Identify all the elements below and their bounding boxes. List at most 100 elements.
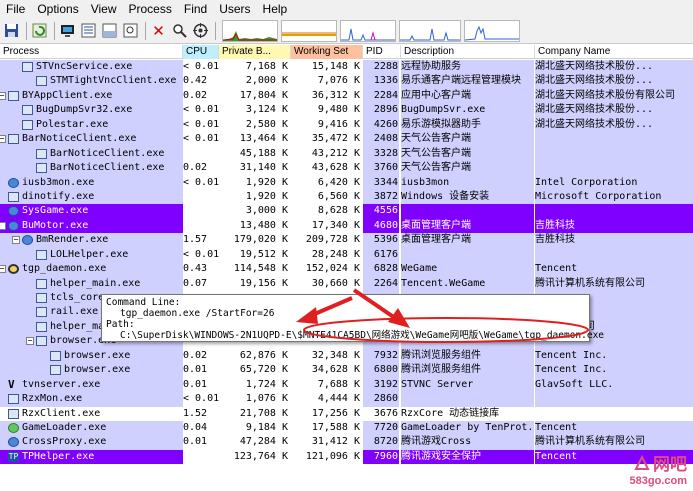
tree-collapse-icon[interactable]: − — [26, 337, 34, 346]
process-name-cell[interactable]: − BuMotor.exe — [0, 218, 183, 234]
process-name-cell[interactable]: TP TPHelper.exe — [0, 449, 183, 465]
toolbar-separator — [26, 21, 27, 40]
process-row[interactable]: − tgp_daemon.exe 0.43 114,548 K 152,024 K 682… — [0, 262, 693, 277]
process-name-cell[interactable]: Vtvnserver.exe — [0, 377, 183, 393]
process-row[interactable]: browser.exe 0.02 62,876 K 32,348 K 7932 腾讯浏览服… — [0, 348, 693, 364]
private-bytes-cell: 19,156 K — [219, 276, 291, 291]
column-process[interactable]: Process — [0, 45, 183, 59]
menu-view[interactable]: View — [85, 2, 123, 16]
process-row[interactable]: Vtvnserver.exe 0.01 1,724 K 7,688 K 3192 STVN… — [0, 377, 693, 393]
process-row[interactable]: BugDumpSvr32.exe < 0.01 3,124 K 9,480 K 2896… — [0, 103, 693, 118]
process-row[interactable]: TP TPHelper.exe 0.08 123,764 K 121,096 K 7960… — [0, 449, 693, 465]
process-row[interactable]: − BuMotor.exe 13,480 K 17,340 K 4680 桌面管理客户端吉… — [0, 218, 693, 234]
menu-users[interactable]: Users — [213, 2, 256, 16]
menu-options[interactable]: Options — [31, 2, 84, 16]
process-row[interactable]: − BYAppClient.exe 0.02 17,804 K 36,312 K 2284… — [0, 88, 693, 104]
process-row[interactable]: CrossProxy.exe 0.01 47,284 K 31,412 K 8720 腾讯… — [0, 435, 693, 450]
process-row[interactable]: Polestar.exe < 0.01 2,580 K 9,416 K 4260 易乐游模… — [0, 117, 693, 133]
column-company[interactable]: Company Name — [535, 45, 693, 59]
column-description[interactable]: Description — [401, 45, 535, 59]
find-window-icon[interactable] — [121, 21, 140, 40]
gpu-graph[interactable] — [464, 19, 520, 42]
process-row[interactable]: browser.exe 0.01 65,720 K 34,628 K 6800 腾讯浏览服… — [0, 363, 693, 378]
pid-cell: 6176 — [363, 247, 399, 263]
find-handle-icon[interactable] — [170, 21, 189, 40]
process-name-cell[interactable]: dinotify.exe — [0, 189, 183, 205]
process-name-cell[interactable]: − BarNoticeClient.exe — [0, 132, 183, 147]
tree-collapse-icon[interactable]: − — [0, 135, 6, 144]
process-row[interactable]: LOLHelper.exe < 0.01 19,512 K 28,248 K 6176 — [0, 247, 693, 263]
application-icon — [36, 76, 47, 87]
cpu-cell: 1.52 — [183, 406, 219, 421]
column-pid[interactable]: PID — [363, 45, 401, 59]
application-icon — [8, 408, 19, 419]
process-name-cell[interactable]: − tgp_daemon.exe — [0, 262, 183, 277]
watermark: 网吧 583go.com — [630, 450, 687, 487]
process-name-cell[interactable]: STVncService.exe — [0, 60, 183, 75]
process-row[interactable]: SysGame.exe 3,000 K 8,628 K 4556 — [0, 204, 693, 219]
company-cell: Tencent — [535, 262, 693, 277]
column-cpu[interactable]: CPU — [183, 45, 219, 59]
process-name-cell[interactable]: RzxClient.exe — [0, 406, 183, 421]
process-name-cell[interactable]: LOLHelper.exe — [0, 247, 183, 263]
process-name-cell[interactable]: BugDumpSvr32.exe — [0, 103, 183, 118]
show-tree-icon[interactable] — [79, 21, 98, 40]
application-icon — [50, 350, 61, 361]
cpu-cell: 0.01 — [183, 377, 219, 393]
refresh-icon[interactable] — [30, 21, 49, 40]
process-name-cell[interactable]: RzxMon.exe — [0, 392, 183, 407]
pid-cell: 3192 — [363, 377, 399, 393]
process-row[interactable]: dinotify.exe 1,920 K 6,560 K 3872 Windows 设备… — [0, 189, 693, 205]
process-name-cell[interactable]: browser.exe — [0, 348, 183, 364]
process-name-cell[interactable]: − BmRender.exe — [0, 233, 183, 248]
menu-process[interactable]: Process — [123, 2, 178, 16]
process-row[interactable]: iusb3mon.exe < 0.01 1,920 K 6,420 K 3344 iusb… — [0, 175, 693, 190]
process-name-cell[interactable]: BarNoticeClient.exe — [0, 161, 183, 176]
process-name-cell[interactable]: Polestar.exe — [0, 117, 183, 133]
system-info-icon[interactable] — [58, 21, 77, 40]
pid-cell: 2408 — [363, 132, 399, 147]
process-name-cell[interactable]: CrossProxy.exe — [0, 435, 183, 450]
company-cell: Microsoft Corporation — [535, 189, 693, 205]
tree-collapse-icon[interactable]: − — [0, 265, 6, 274]
column-private-bytes[interactable]: Private B... — [219, 45, 291, 59]
process-name-cell[interactable]: helper_main.exe — [0, 276, 183, 291]
io-graph[interactable] — [340, 19, 396, 42]
process-row[interactable]: BarNoticeClient.exe 0.02 31,140 K 43,628 K3… — [0, 161, 693, 176]
target-icon[interactable] — [191, 21, 210, 40]
cpu-graph[interactable] — [222, 19, 278, 42]
working-set-cell: 209,728 K — [291, 233, 363, 248]
process-row[interactable]: helper_main.exe 0.07 19,156 K 30,660 K 2264 T… — [0, 276, 693, 291]
process-row[interactable]: RzxMon.exe < 0.01 1,076 K 4,444 K 2860 — [0, 392, 693, 407]
tree-collapse-icon[interactable]: − — [0, 221, 6, 230]
process-name-cell[interactable]: SysGame.exe — [0, 204, 183, 219]
process-row[interactable]: − BmRender.exe 1.57 179,020 K 209,728 K 5396 桌… — [0, 233, 693, 248]
show-lower-pane-icon[interactable] — [100, 21, 119, 40]
process-row[interactable]: STVncService.exe < 0.01 7,168 K 15,148 K 228… — [0, 60, 693, 75]
private-bytes-cell: 1,076 K — [219, 392, 291, 407]
process-name-cell[interactable]: − BYAppClient.exe — [0, 88, 183, 104]
pid-cell: 8720 — [363, 435, 399, 450]
process-name-cell[interactable]: iusb3mon.exe — [0, 175, 183, 190]
column-working-set[interactable]: Working Set — [291, 45, 363, 59]
menu-help[interactable]: Help — [257, 2, 294, 16]
process-row[interactable]: BarNoticeClient.exe 45,188 K 43,212 K 3328 天… — [0, 146, 693, 162]
private-bytes-cell: 1,724 K — [219, 377, 291, 393]
process-row[interactable]: GameLoader.exe 0.04 9,184 K 17,588 K 7720 Gam… — [0, 420, 693, 436]
tree-collapse-icon[interactable]: − — [0, 91, 6, 100]
network-graph[interactable] — [399, 19, 461, 42]
process-name-cell[interactable]: browser.exe — [0, 363, 183, 378]
kill-process-icon[interactable]: ✕ — [149, 21, 168, 40]
process-name-cell[interactable]: STMTightVncClient.exe — [0, 74, 183, 89]
memory-graph[interactable] — [281, 19, 337, 42]
process-row[interactable]: RzxClient.exe 1.52 21,708 K 17,256 K 3676 Rzx… — [0, 406, 693, 421]
process-name-cell[interactable]: GameLoader.exe — [0, 420, 183, 436]
process-name: BYAppClient.exe — [22, 89, 113, 101]
process-name-cell[interactable]: BarNoticeClient.exe — [0, 146, 183, 162]
tree-collapse-icon[interactable]: − — [12, 236, 20, 245]
menu-file[interactable]: File — [0, 2, 31, 16]
save-icon[interactable] — [2, 21, 21, 40]
menu-find[interactable]: Find — [178, 2, 213, 16]
process-row[interactable]: − BarNoticeClient.exe < 0.01 13,464 K 35,472… — [0, 132, 693, 147]
process-row[interactable]: STMTightVncClient.exe 0.42 2,000 K 7,076 K1… — [0, 74, 693, 89]
